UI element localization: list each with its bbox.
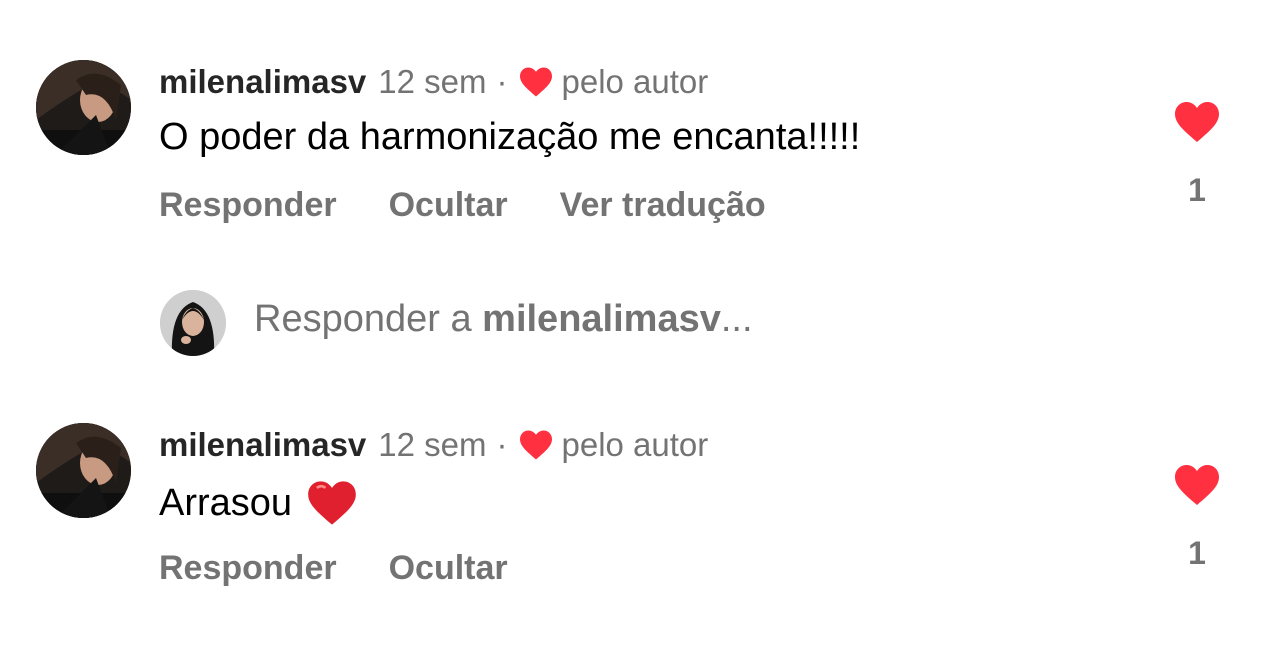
comment-meta: milenalimasv 12 sem · pelo autor bbox=[159, 60, 708, 104]
comment-meta: milenalimasv 12 sem · pelo autor bbox=[159, 423, 708, 467]
comment-username[interactable]: milenalimasv bbox=[159, 63, 366, 101]
reply-button[interactable]: Responder bbox=[159, 549, 337, 588]
heart-icon bbox=[519, 430, 552, 460]
commenter-avatar[interactable] bbox=[36, 423, 131, 518]
comment-text-content: Arrasou bbox=[159, 481, 293, 524]
heart-icon bbox=[519, 67, 552, 97]
comment-item-2: milenalimasv 12 sem · pelo autor Arrasou… bbox=[0, 423, 1280, 623]
like-column: 1 bbox=[1170, 463, 1224, 572]
commenter-avatar[interactable] bbox=[36, 60, 131, 155]
current-user-avatar bbox=[160, 290, 226, 356]
comment-item-1: milenalimasv 12 sem · pelo autor O poder… bbox=[0, 60, 1280, 260]
red-heart-emoji-icon bbox=[308, 481, 356, 525]
reply-prefix: Responder a bbox=[254, 298, 483, 340]
heart-icon[interactable] bbox=[1172, 463, 1222, 507]
comment-text: Arrasou bbox=[159, 475, 358, 531]
hide-button[interactable]: Ocultar bbox=[389, 549, 508, 588]
comment-text: O poder da harmonização me encanta!!!!! bbox=[159, 112, 860, 162]
like-count: 1 bbox=[1188, 172, 1206, 208]
see-translation-button[interactable]: Ver tradução bbox=[560, 186, 766, 225]
liked-by-author-label: pelo autor bbox=[561, 426, 709, 463]
reply-input[interactable]: Responder a milenalimasv... bbox=[254, 298, 753, 341]
liked-by-author-label: pelo autor bbox=[561, 63, 709, 100]
comment-username[interactable]: milenalimasv bbox=[159, 426, 366, 464]
comment-timestamp: 12 sem bbox=[378, 426, 487, 463]
heart-icon[interactable] bbox=[1172, 100, 1222, 144]
like-count: 1 bbox=[1188, 535, 1206, 571]
comment-actions: Responder Ocultar bbox=[159, 549, 560, 588]
like-column: 1 bbox=[1170, 100, 1224, 209]
comment-actions: Responder Ocultar Ver tradução bbox=[159, 186, 818, 225]
meta-separator: · bbox=[496, 426, 508, 463]
reply-button[interactable]: Responder bbox=[159, 186, 337, 225]
hide-button[interactable]: Ocultar bbox=[389, 186, 508, 225]
reply-input-row: Responder a milenalimasv... bbox=[0, 290, 1280, 360]
reply-target-username: milenalimasv bbox=[482, 298, 721, 340]
meta-separator: · bbox=[496, 63, 508, 100]
reply-ellipsis: ... bbox=[720, 298, 753, 340]
comment-text-content: O poder da harmonização me encanta!!!!! bbox=[159, 115, 861, 158]
comment-timestamp: 12 sem bbox=[378, 63, 487, 100]
